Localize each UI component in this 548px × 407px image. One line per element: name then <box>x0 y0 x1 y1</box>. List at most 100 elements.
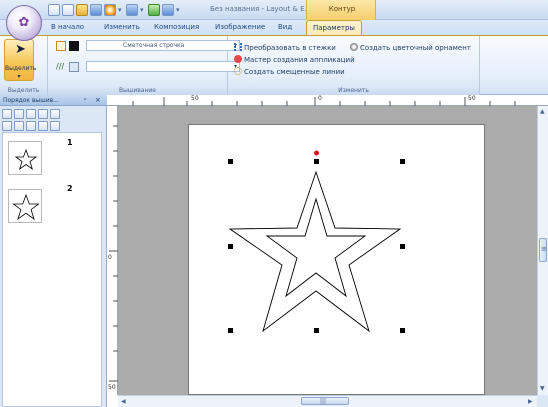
move-first-icon[interactable] <box>2 121 12 131</box>
line-type-value: Сметочная строчка <box>123 42 185 49</box>
ruler-label: 50 <box>191 95 199 102</box>
sort-by-color-icon[interactable] <box>2 109 12 119</box>
move-down-icon[interactable] <box>26 121 36 131</box>
tab-view[interactable]: Вид <box>278 23 292 31</box>
fill-color-swatch[interactable] <box>69 62 79 72</box>
line-color-swatch[interactable] <box>69 41 79 51</box>
item-number: 1 <box>67 138 73 147</box>
selection-handle-bottom[interactable] <box>314 328 319 333</box>
ungroup-icon[interactable] <box>26 109 36 119</box>
image-icon[interactable] <box>148 4 160 16</box>
tab-parameters[interactable]: Параметры <box>306 20 362 35</box>
save-icon[interactable] <box>90 4 102 16</box>
application-button[interactable]: ✿ <box>6 5 42 41</box>
star-design[interactable] <box>189 125 486 396</box>
fill-type-row: /// ▾ <box>56 61 240 74</box>
vertical-scrollbar[interactable]: ▲ ≡ ▼ <box>537 106 548 395</box>
offset-lines-icon <box>234 67 242 75</box>
offset-lines-label: Создать смещенные линии <box>244 68 345 76</box>
redo-icon[interactable] <box>126 4 138 16</box>
applique-wizard-label: Мастер создания аппликаций <box>244 56 355 64</box>
group-embroidery: Сметочная строчка ▾ /// ▾ Вышивание <box>48 36 240 95</box>
scroll-right-icon[interactable]: ▶ <box>528 398 533 405</box>
properties-icon[interactable] <box>50 109 60 119</box>
scroll-left-icon[interactable]: ◀ <box>121 398 126 405</box>
flower-ornament-button[interactable]: Создать цветочный орнамент <box>350 43 471 52</box>
context-tab-header: Контур <box>306 0 376 20</box>
selection-handle-bottom-left[interactable] <box>228 328 233 333</box>
group-label-embroidery: Вышивание <box>48 86 227 95</box>
context-tab-label: Контур <box>328 5 356 13</box>
horizontal-scroll-thumb[interactable]: ||| <box>301 397 349 405</box>
qat-customize-icon[interactable]: ▾ <box>176 4 182 16</box>
cursor-arrow-icon: ➤ <box>15 42 26 57</box>
outer-star-shape[interactable] <box>228 170 402 333</box>
redo-dropdown-icon[interactable]: ▾ <box>140 4 146 16</box>
grip-icon: ||| <box>320 398 327 405</box>
list-item[interactable] <box>8 141 42 175</box>
selection-handle-right[interactable] <box>400 244 405 249</box>
selection-handle-bottom-right[interactable] <box>400 328 405 333</box>
new-page-icon[interactable] <box>62 4 74 16</box>
tab-home[interactable]: В начало <box>51 23 84 31</box>
panel-header: Порядок вышив... ᵘ × <box>0 95 107 106</box>
grip-icon: ≡ <box>541 245 547 253</box>
group-modify: Преобразовать в стежки Создать цветочный… <box>228 36 480 95</box>
undo-dropdown-icon[interactable]: ▾ <box>118 4 124 16</box>
list-item[interactable] <box>8 189 42 223</box>
selection-handle-top[interactable] <box>314 159 319 164</box>
fill-pattern-icon[interactable]: /// <box>56 62 66 72</box>
ruler-label: 50 <box>468 95 476 102</box>
ruler-label: 50 <box>108 384 116 391</box>
tab-edit[interactable]: Изменить <box>104 23 140 31</box>
group-icon[interactable] <box>14 109 24 119</box>
move-last-icon[interactable] <box>38 121 48 131</box>
undo-icon[interactable] <box>104 4 116 16</box>
group-select: ➤ Выделить ▾ Выделить <box>0 36 48 95</box>
tab-image[interactable]: Изображение <box>215 23 265 31</box>
line-color-icon[interactable] <box>56 41 66 51</box>
vertical-scroll-thumb[interactable]: ≡ <box>539 238 547 262</box>
fill-type-select[interactable]: ▾ <box>86 61 240 72</box>
move-up-icon[interactable] <box>14 121 24 131</box>
star-outline-icon <box>12 193 40 221</box>
tab-composition[interactable]: Композиция <box>154 23 199 31</box>
chevron-down-icon: ▾ <box>17 73 21 80</box>
selection-handle-left[interactable] <box>228 244 233 249</box>
layout-icon[interactable] <box>162 4 174 16</box>
applique-wizard-button[interactable]: Мастер создания аппликаций <box>234 55 355 64</box>
convert-to-stitches-label: Преобразовать в стежки <box>244 44 336 52</box>
scroll-up-icon[interactable]: ▲ <box>540 108 545 115</box>
selection-handle-top-left[interactable] <box>228 159 233 164</box>
design-canvas[interactable] <box>118 106 537 395</box>
offset-lines-button[interactable]: Создать смещенные линии <box>234 67 345 76</box>
stitches-icon <box>234 43 242 51</box>
panel-title: Порядок вышив... <box>3 97 59 104</box>
rotation-handle[interactable] <box>314 150 319 156</box>
scrollbar-corner <box>537 395 548 407</box>
ribbon-tabs: В начало Изменить Композиция Изображение… <box>0 20 548 35</box>
app-logo-icon: ✿ <box>18 15 30 30</box>
group-label-select: Выделить <box>0 86 47 95</box>
pin-icon[interactable]: ᵘ <box>84 97 86 104</box>
selection-handle-top-right[interactable] <box>400 159 405 164</box>
convert-to-stitches-button[interactable]: Преобразовать в стежки <box>234 43 336 52</box>
ruler-label: 0 <box>318 95 322 102</box>
new-file-icon[interactable] <box>48 4 60 16</box>
select-button[interactable]: ➤ Выделить ▾ <box>4 39 36 81</box>
scroll-down-icon[interactable]: ▼ <box>540 385 545 392</box>
line-type-select[interactable]: Сметочная строчка ▾ <box>86 40 240 51</box>
horizontal-scrollbar[interactable]: ◀ ||| ▶ <box>118 395 537 407</box>
group-label-modify: Изменить <box>228 86 479 95</box>
close-icon[interactable]: × <box>95 96 101 104</box>
window-title: Без названия - Layout & E... <box>210 5 312 13</box>
item-number: 2 <box>67 184 73 193</box>
pointer-icon[interactable] <box>50 121 60 131</box>
heart-icon <box>234 55 242 63</box>
vertical-ruler: 0 50 <box>107 106 118 395</box>
inner-star-shape[interactable] <box>265 197 367 298</box>
design-page[interactable] <box>188 124 485 395</box>
sewing-order-list: 1 2 <box>2 132 102 407</box>
lock-icon[interactable] <box>38 109 48 119</box>
open-folder-icon[interactable] <box>76 4 88 16</box>
